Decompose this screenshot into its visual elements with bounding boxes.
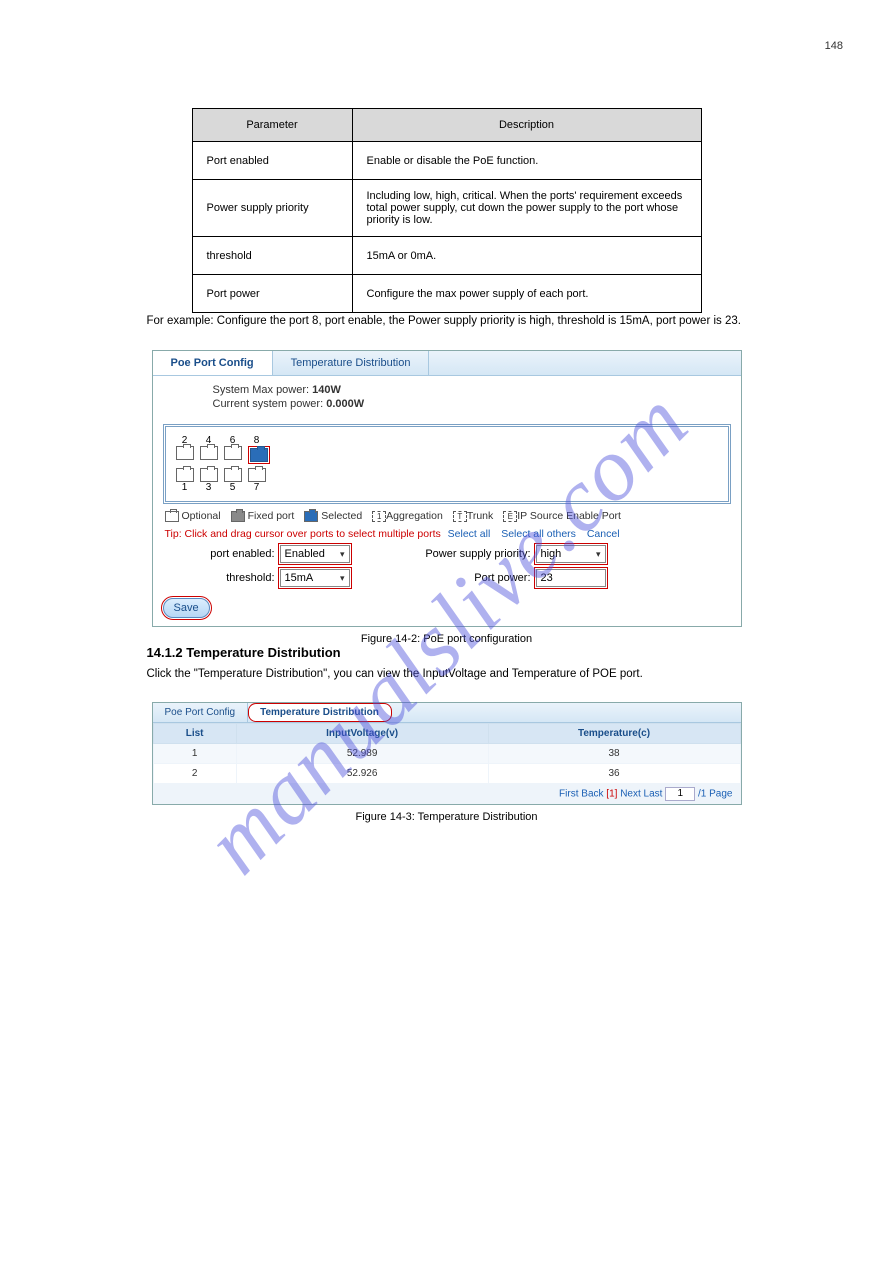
param-name: threshold (192, 237, 352, 275)
cell-voltage: 52.989 (236, 743, 488, 763)
legend-trunk: Trunk (467, 510, 493, 522)
cell-list: 2 (153, 763, 236, 783)
port-8-icon[interactable] (250, 448, 268, 462)
param-name: Power supply priority (192, 180, 352, 237)
pager-back[interactable]: Back (581, 788, 603, 799)
ipsource-icon: E (503, 511, 517, 522)
port-label: 5 (224, 482, 242, 493)
param-header-parameter: Parameter (192, 109, 352, 142)
figure-2-caption: Figure 14-3: Temperature Distribution (60, 811, 833, 823)
pager: First Back [1] Next Last /1 Page (153, 784, 741, 804)
priority-label: Power supply priority: (391, 548, 531, 560)
priority-select[interactable]: high (536, 545, 606, 563)
cell-list: 1 (153, 743, 236, 763)
pager-suffix: /1 Page (698, 788, 732, 799)
param-name: Port enabled (192, 142, 352, 180)
pager-current: [1] (606, 788, 617, 799)
param-name: Port power (192, 275, 352, 313)
section-heading: 14.1.2 Temperature Distribution (147, 645, 747, 660)
max-power-label: System Max power: (213, 384, 310, 396)
pager-input[interactable] (665, 787, 695, 801)
page-number: 148 (825, 40, 843, 52)
section-intro: Click the "Temperature Distribution", yo… (147, 666, 747, 683)
tip-text: Click and drag cursor over ports to sele… (185, 528, 441, 540)
tab-bar-2: Poe Port Config Temperature Distribution (153, 703, 741, 723)
param-desc: 15mA or 0mA. (352, 237, 701, 275)
tab-bar: Poe Port Config Temperature Distribution (153, 351, 741, 376)
th-inputvoltage: InputVoltage(v) (236, 723, 488, 743)
system-info: System Max power: 140W Current system po… (153, 376, 741, 418)
aggregation-icon: 1 (372, 511, 386, 522)
tab-poe-port-config[interactable]: Poe Port Config (153, 351, 273, 375)
selected-port-icon (304, 511, 318, 522)
port-selector: 2 4 6 8 1 (163, 424, 731, 504)
param-desc: Configure the max power supply of each p… (352, 275, 701, 313)
save-button[interactable]: Save (163, 598, 210, 618)
legend-aggregation: Aggregation (386, 510, 443, 522)
pager-next[interactable]: Next (620, 788, 641, 799)
current-power-label: Current system power: (213, 398, 324, 410)
port-4-icon[interactable] (200, 446, 218, 460)
param-desc: Including low, high, critical. When the … (352, 180, 701, 237)
param-desc: Enable or disable the PoE function. (352, 142, 701, 180)
port-enabled-select[interactable]: Enabled (280, 545, 350, 563)
table-row: Port power Configure the max power suppl… (192, 275, 701, 313)
cell-temp: 36 (488, 763, 740, 783)
port-label: 1 (176, 482, 194, 493)
select-all-others-link[interactable]: Select all others (501, 528, 576, 540)
legend-optional: Optional (182, 510, 221, 522)
cancel-link[interactable]: Cancel (587, 528, 620, 540)
cell-voltage: 52.926 (236, 763, 488, 783)
param-header-description: Description (352, 109, 701, 142)
pager-first[interactable]: First (559, 788, 578, 799)
parameter-table: Parameter Description Port enabled Enabl… (192, 108, 702, 313)
port-label: 8 (248, 435, 266, 446)
port-legend: Optional Fixed port Selected 1Aggregatio… (165, 510, 729, 522)
tab-poe-port-config-2[interactable]: Poe Port Config (153, 703, 249, 722)
port-6-icon[interactable] (224, 446, 242, 460)
max-power-value: 140W (312, 384, 341, 396)
temperature-distribution-screenshot: Poe Port Config Temperature Distribution… (152, 702, 742, 805)
fixed-port-icon (231, 511, 245, 522)
trunk-icon: T (453, 511, 467, 522)
poe-config-screenshot: Poe Port Config Temperature Distribution… (152, 350, 742, 627)
temperature-table: List InputVoltage(v) Temperature(c) 1 52… (153, 723, 741, 784)
table-row: 2 52.926 36 (153, 763, 740, 783)
th-temperature: Temperature(c) (488, 723, 740, 743)
optional-port-icon (165, 511, 179, 522)
table-row: Port enabled Enable or disable the PoE f… (192, 142, 701, 180)
tip-label: Tip: (165, 528, 182, 540)
legend-fixed: Fixed port (248, 510, 295, 522)
port-2-icon[interactable] (176, 446, 194, 460)
port-label: 3 (200, 482, 218, 493)
pager-last[interactable]: Last (644, 788, 663, 799)
legend-selected: Selected (321, 510, 362, 522)
table-row: threshold 15mA or 0mA. (192, 237, 701, 275)
table-row: Power supply priority Including low, hig… (192, 180, 701, 237)
figure-1-caption: Figure 14-2: PoE port configuration (60, 633, 833, 645)
cell-temp: 38 (488, 743, 740, 763)
port-power-input[interactable]: 23 (536, 569, 606, 587)
example-intro: For example: Configure the port 8, port … (147, 313, 747, 330)
tab-temperature-distribution-2[interactable]: Temperature Distribution (248, 703, 392, 722)
port-enabled-label: port enabled: (165, 548, 275, 560)
port-power-label: Port power: (391, 572, 531, 584)
legend-ipsource: IP Source Enable Port (517, 510, 621, 522)
current-power-value: 0.000W (326, 398, 364, 410)
tip-line: Tip: Click and drag cursor over ports to… (165, 528, 729, 540)
tab-temperature-distribution[interactable]: Temperature Distribution (273, 351, 430, 375)
select-all-link[interactable]: Select all (448, 528, 491, 540)
port-label: 7 (248, 482, 266, 493)
port-5-icon[interactable] (224, 468, 242, 482)
th-list: List (153, 723, 236, 743)
port-1-icon[interactable] (176, 468, 194, 482)
port-7-icon[interactable] (248, 468, 266, 482)
threshold-label: threshold: (165, 572, 275, 584)
threshold-select[interactable]: 15mA (280, 569, 350, 587)
port-3-icon[interactable] (200, 468, 218, 482)
table-row: 1 52.989 38 (153, 743, 740, 763)
